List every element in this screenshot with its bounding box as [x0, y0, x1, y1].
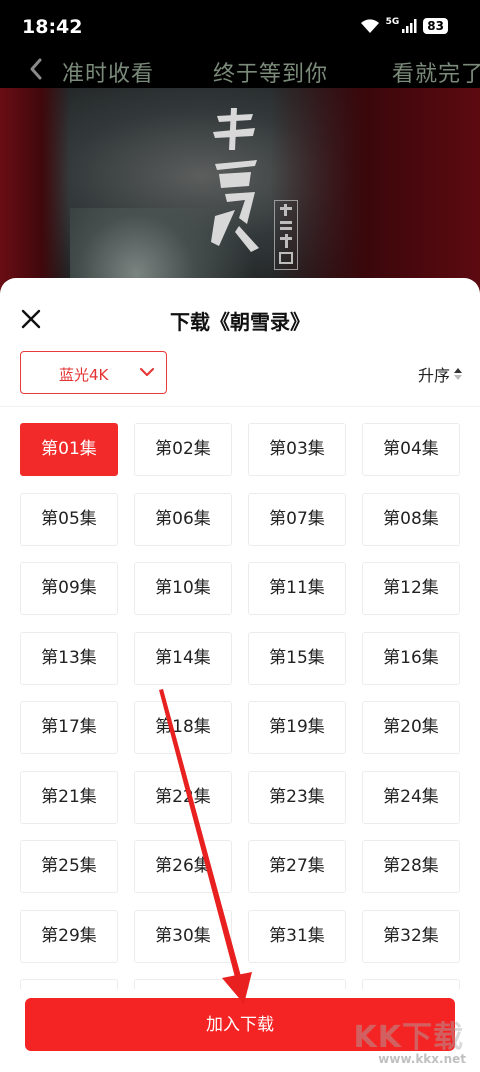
- episode-item[interactable]: 第27集: [248, 840, 346, 893]
- chevron-down-icon: [140, 368, 154, 376]
- download-sheet: 下载《朝雪录》 蓝光4K 升序 第01集 第02集 第03集 第04集第05集 第06集…: [0, 278, 480, 1072]
- episode-item[interactable]: 第21集: [20, 771, 118, 824]
- episode-item[interactable]: 第01集: [20, 423, 118, 476]
- divider: [0, 406, 480, 407]
- episode-item[interactable]: 第28集: [362, 840, 460, 893]
- episode-grid: 第01集 第02集 第03集 第04集第05集 第06集 第07集 第08集第09集 第10集…: [20, 423, 460, 989]
- battery-icon: 83: [423, 18, 448, 34]
- episode-item[interactable]: 第13集: [20, 632, 118, 685]
- episode-item[interactable]: 第20集: [362, 701, 460, 754]
- episode-item[interactable]: 第05集: [20, 493, 118, 546]
- sort-icon: [454, 368, 462, 380]
- episode-item[interactable]: 第35集: [248, 979, 346, 989]
- quality-label: 蓝光4K: [59, 366, 109, 384]
- episode-item[interactable]: 第03集: [248, 423, 346, 476]
- episode-item[interactable]: 第26集: [134, 840, 232, 893]
- episode-item[interactable]: 第23集: [248, 771, 346, 824]
- episode-item[interactable]: 第02集: [134, 423, 232, 476]
- episode-item[interactable]: 第04集: [362, 423, 460, 476]
- status-time: 18:42: [22, 16, 83, 38]
- curtain-right: [270, 88, 480, 308]
- episode-item[interactable]: 第19集: [248, 701, 346, 754]
- sheet-title: 下载《朝雪录》: [170, 310, 310, 334]
- drama-banner: [0, 88, 480, 308]
- signal-icon: [402, 19, 417, 33]
- sort-toggle[interactable]: 升序: [418, 362, 462, 386]
- tab-1[interactable]: 终于等到你: [213, 56, 328, 88]
- episode-item[interactable]: 第31集: [248, 910, 346, 963]
- episode-item[interactable]: 第24集: [362, 771, 460, 824]
- watermark-text: KK下载: [353, 1020, 464, 1055]
- episode-item[interactable]: 第22集: [134, 771, 232, 824]
- episode-item[interactable]: 第32集: [362, 910, 460, 963]
- quality-select[interactable]: 蓝光4K: [20, 351, 167, 394]
- network-type: 5G: [385, 17, 400, 27]
- tab-2[interactable]: 看就完了: [392, 56, 480, 88]
- episode-item[interactable]: 第18集: [134, 701, 232, 754]
- episode-item[interactable]: 第08集: [362, 493, 460, 546]
- episode-item[interactable]: 第16集: [362, 632, 460, 685]
- status-icons: 5G 83: [360, 17, 448, 34]
- episode-item[interactable]: 第09集: [20, 562, 118, 615]
- curtain-left: [0, 88, 70, 308]
- watermark-url: www.kkx.net: [378, 1052, 466, 1066]
- episode-item[interactable]: 第17集: [20, 701, 118, 754]
- title-calligraphy: [211, 108, 259, 252]
- tab-strip: 准时收看 终于等到你 看就完了: [0, 48, 480, 90]
- back-icon[interactable]: [26, 56, 46, 82]
- episode-item[interactable]: 第10集: [134, 562, 232, 615]
- episode-item[interactable]: 第11集: [248, 562, 346, 615]
- episode-item[interactable]: 第29集: [20, 910, 118, 963]
- episode-item[interactable]: 第36集: [362, 979, 460, 989]
- watermark: KK下载 www.kkx.net: [322, 1012, 472, 1070]
- episode-item[interactable]: 第14集: [134, 632, 232, 685]
- episode-item[interactable]: 第07集: [248, 493, 346, 546]
- banner-seal: [274, 200, 298, 270]
- episode-item[interactable]: 第34集: [134, 979, 232, 989]
- sort-label: 升序: [417, 366, 450, 385]
- episode-item[interactable]: 第12集: [362, 562, 460, 615]
- tab-0[interactable]: 准时收看: [62, 56, 154, 88]
- episode-item[interactable]: 第33集: [20, 979, 118, 989]
- wifi-icon: [360, 19, 379, 33]
- episode-item[interactable]: 第30集: [134, 910, 232, 963]
- episode-item[interactable]: 第25集: [20, 840, 118, 893]
- episode-item[interactable]: 第15集: [248, 632, 346, 685]
- episode-item[interactable]: 第06集: [134, 493, 232, 546]
